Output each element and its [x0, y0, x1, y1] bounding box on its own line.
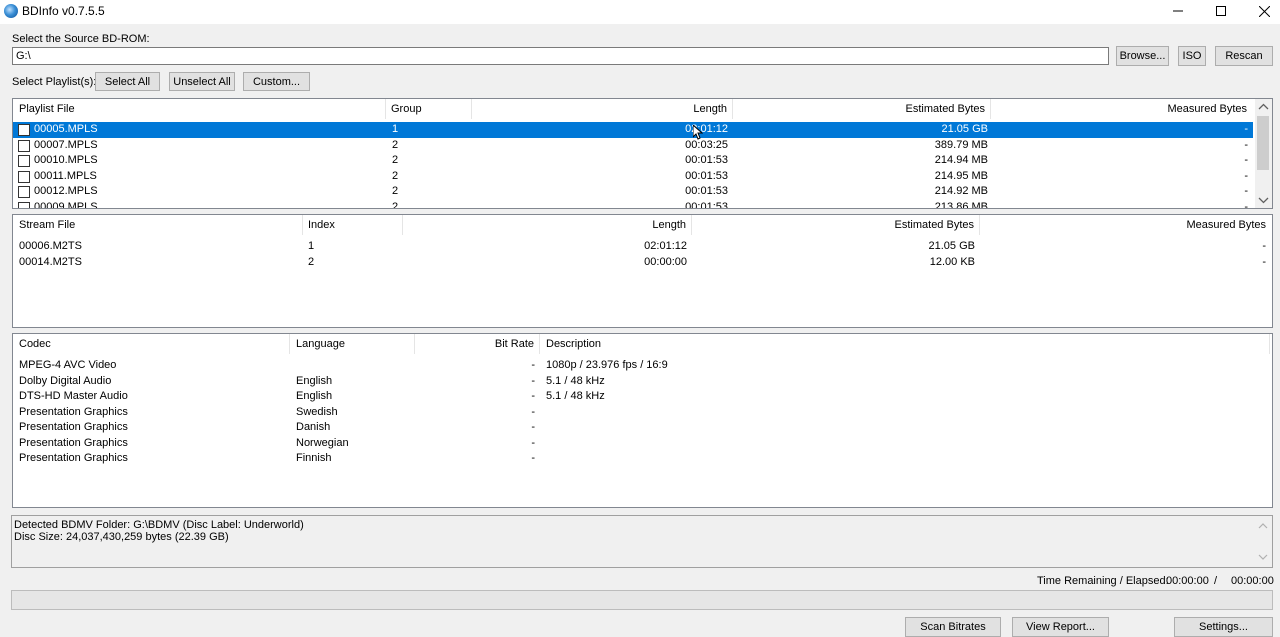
- scroll-up-icon[interactable]: [1255, 99, 1272, 115]
- codec-row[interactable]: MPEG-4 AVC Video - 1080p / 23.976 fps / …: [13, 358, 1272, 374]
- scroll-down-icon[interactable]: [1255, 192, 1272, 208]
- title-bar: BDInfo v0.7.5.5: [0, 0, 1280, 24]
- playlist-checkbox[interactable]: [18, 201, 30, 208]
- codec-row[interactable]: Presentation Graphics Finnish -: [13, 451, 1272, 467]
- view-report-button[interactable]: View Report...: [1012, 617, 1109, 637]
- playlist-checkbox[interactable]: [18, 186, 30, 198]
- maximize-icon: [1216, 6, 1226, 16]
- stream-row[interactable]: 00014.M2TS 2 00:00:00 12.00 KB -: [13, 255, 1272, 271]
- minimize-icon: [1173, 10, 1183, 12]
- playlist-row[interactable]: 00012.MPLS 2 00:01:53 214.92 MB -: [13, 184, 1253, 200]
- playlist-scrollbar[interactable]: [1255, 99, 1272, 208]
- col-codec[interactable]: Codec: [13, 334, 290, 354]
- time-elapsed: 00:00:00: [1231, 575, 1274, 587]
- mouse-cursor-icon: [693, 125, 703, 140]
- playlists-label: Select Playlist(s):: [12, 76, 97, 88]
- time-separator: /: [1214, 575, 1218, 587]
- info-line: Disc Size: 24,037,430,259 bytes (22.39 G…: [14, 531, 229, 543]
- time-label: Time Remaining / Elapsed:: [1037, 575, 1169, 587]
- col-measured-bytes[interactable]: Measured Bytes: [991, 99, 1252, 119]
- scroll-down-icon[interactable]: [1256, 551, 1270, 563]
- col-stream-file[interactable]: Stream File: [13, 215, 303, 235]
- maximize-button[interactable]: [1199, 0, 1243, 22]
- col-index[interactable]: Index: [303, 215, 403, 235]
- minimize-button[interactable]: [1156, 0, 1200, 22]
- codec-row[interactable]: Presentation Graphics Swedish -: [13, 405, 1272, 421]
- rescan-button[interactable]: Rescan: [1215, 46, 1273, 66]
- playlist-list[interactable]: Playlist File Group Length Estimated Byt…: [12, 98, 1273, 209]
- browse-button[interactable]: Browse...: [1116, 46, 1169, 66]
- playlist-checkbox[interactable]: [18, 124, 30, 136]
- col-length[interactable]: Length: [403, 215, 692, 235]
- disc-icon: [4, 4, 18, 18]
- close-button[interactable]: [1242, 0, 1280, 22]
- window-title: BDInfo v0.7.5.5: [22, 4, 105, 18]
- playlist-row[interactable]: 00005.MPLS 1 02:01:12 21.05 GB -: [13, 122, 1253, 138]
- playlist-checkbox[interactable]: [18, 139, 30, 152]
- unselect-all-button[interactable]: Unselect All: [169, 72, 235, 91]
- codec-row[interactable]: DTS-HD Master Audio English - 5.1 / 48 k…: [13, 389, 1272, 405]
- custom-button[interactable]: Custom...: [243, 72, 310, 91]
- scan-bitrates-button[interactable]: Scan Bitrates: [905, 617, 1001, 637]
- col-group[interactable]: Group: [386, 99, 472, 119]
- time-remaining: 00:00:00: [1166, 575, 1209, 587]
- col-estimated-bytes[interactable]: Estimated Bytes: [692, 215, 980, 235]
- stream-row[interactable]: 00006.M2TS 1 02:01:12 21.05 GB -: [13, 239, 1272, 255]
- playlist-row[interactable]: 00011.MPLS 2 00:01:53 214.95 MB -: [13, 169, 1253, 185]
- col-description[interactable]: Description: [540, 334, 1270, 354]
- playlist-row[interactable]: 00007.MPLS 2 00:03:25 389.79 MB -: [13, 138, 1253, 154]
- iso-button[interactable]: ISO: [1178, 46, 1206, 66]
- codec-list[interactable]: Codec Language Bit Rate Description MPEG…: [12, 333, 1273, 508]
- info-textarea[interactable]: Detected BDMV Folder: G:\BDMV (Disc Labe…: [11, 515, 1273, 568]
- codec-row[interactable]: Presentation Graphics Norwegian -: [13, 436, 1272, 452]
- info-line: Detected BDMV Folder: G:\BDMV (Disc Labe…: [14, 519, 304, 531]
- source-path-input[interactable]: G:\: [12, 47, 1109, 65]
- scroll-thumb[interactable]: [1257, 116, 1269, 170]
- select-all-button[interactable]: Select All: [95, 72, 160, 91]
- settings-button[interactable]: Settings...: [1174, 617, 1273, 637]
- playlist-row[interactable]: 00010.MPLS 2 00:01:53 214.94 MB -: [13, 153, 1253, 169]
- close-icon: [1258, 5, 1270, 17]
- codec-row[interactable]: Presentation Graphics Danish -: [13, 420, 1272, 436]
- col-playlist-file[interactable]: Playlist File: [13, 99, 386, 119]
- scroll-up-icon[interactable]: [1256, 520, 1270, 532]
- col-estimated-bytes[interactable]: Estimated Bytes: [733, 99, 991, 119]
- scan-progress-bar: [11, 590, 1273, 610]
- col-bit-rate[interactable]: Bit Rate: [415, 334, 540, 354]
- col-language[interactable]: Language: [290, 334, 415, 354]
- stream-list[interactable]: Stream File Index Length Estimated Bytes…: [12, 214, 1273, 328]
- playlist-checkbox[interactable]: [18, 170, 30, 183]
- codec-row[interactable]: Dolby Digital Audio English - 5.1 / 48 k…: [13, 374, 1272, 390]
- col-length[interactable]: Length: [472, 99, 733, 119]
- col-measured-bytes[interactable]: Measured Bytes: [980, 215, 1272, 235]
- playlist-checkbox[interactable]: [18, 155, 30, 167]
- playlist-row[interactable]: 00009.MPLS 2 00:01:53 213.86 MB -: [13, 200, 1253, 208]
- source-label: Select the Source BD-ROM:: [12, 33, 150, 45]
